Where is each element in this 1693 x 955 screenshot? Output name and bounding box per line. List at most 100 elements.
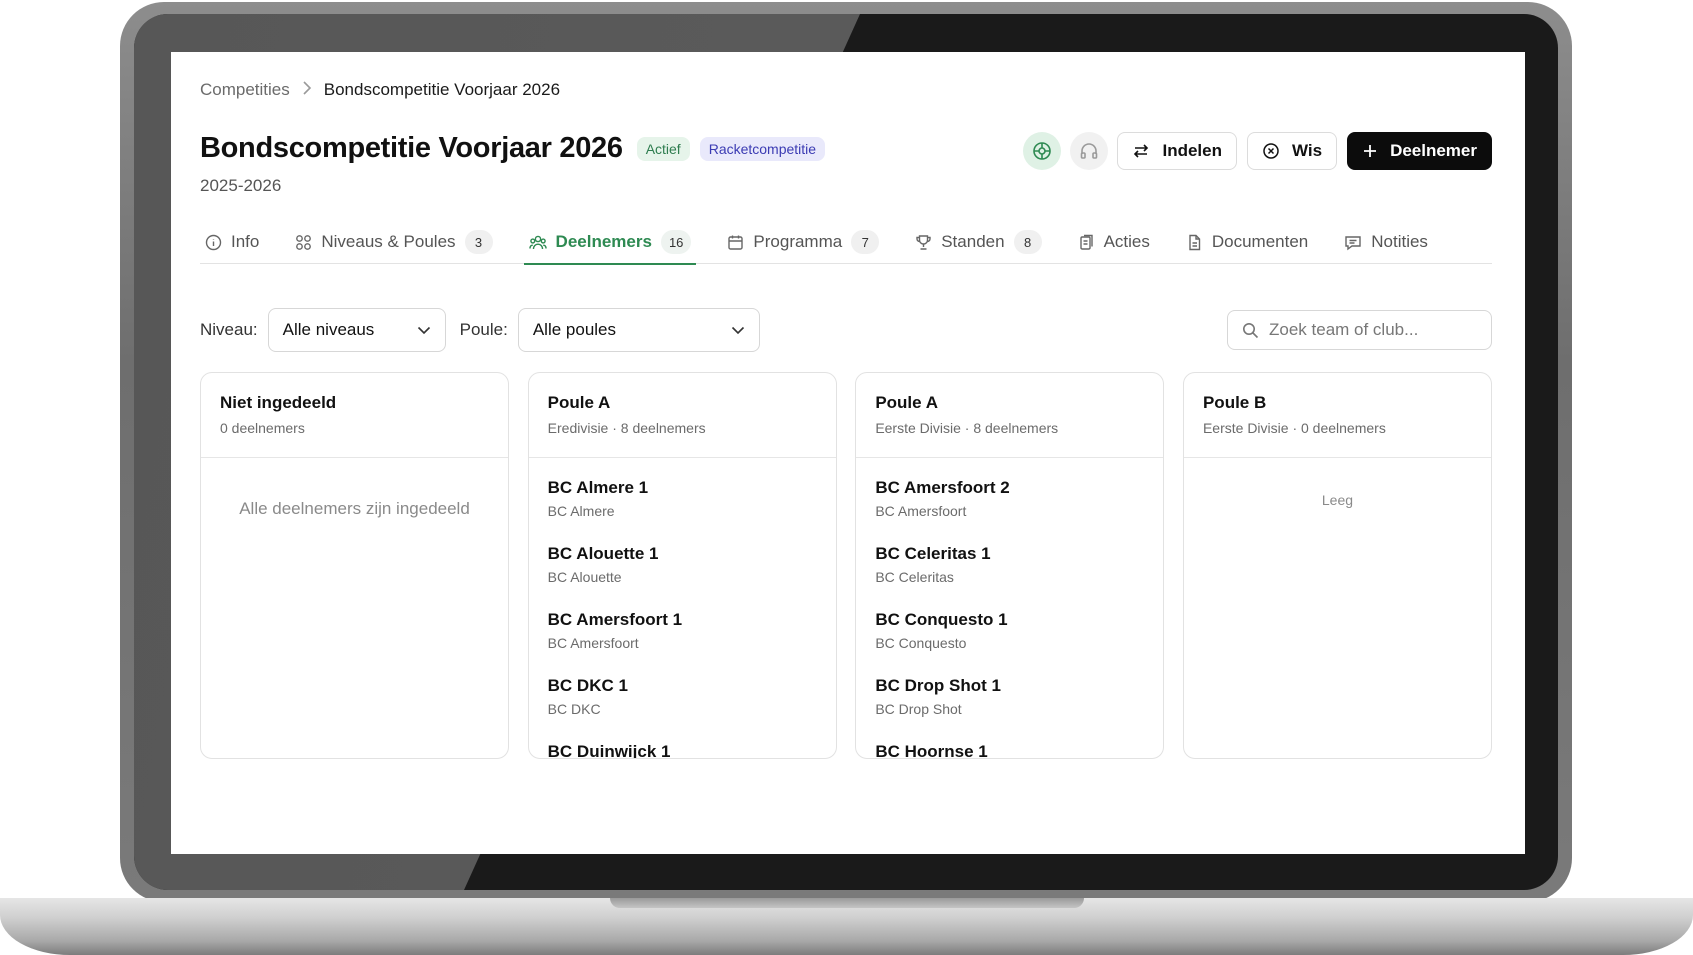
chevron-down-icon	[731, 326, 744, 334]
header-actions: Indelen Wis Deelnemer	[1023, 132, 1492, 170]
team-club: BC Drop Shot	[875, 701, 962, 717]
column-body: BC Amersfoort 2 BC Amersfoort BC Celerit…	[856, 458, 1163, 759]
add-deelnemer-button[interactable]: Deelnemer	[1347, 132, 1492, 170]
column-title: Niet ingedeeld	[220, 393, 337, 412]
trophy-icon	[916, 234, 931, 250]
tab-niveaus-poules[interactable]: Niveaus & Poules 3	[290, 220, 497, 264]
breadcrumb-competities-link[interactable]: Competities	[200, 80, 290, 100]
laptop-notch	[610, 898, 1084, 908]
team-card[interactable]: BC Amersfoort 2 BC Amersfoort	[875, 478, 1144, 544]
tab-notities[interactable]: Notities	[1339, 220, 1433, 264]
column-subtitle: Eredivisie · 8 deelnemers	[547, 420, 706, 436]
indelen-button[interactable]: Indelen	[1117, 132, 1237, 170]
tab-label: Info	[231, 232, 260, 251]
team-club: BC Alouette	[547, 569, 622, 585]
team-card[interactable]: BC Celeritas 1 BC Celeritas	[875, 544, 1144, 610]
chat-bubble-icon	[1345, 235, 1361, 250]
breadcrumb-current: Bondscompetitie Voorjaar 2026	[323, 80, 561, 99]
team-name: BC Alouette 1	[547, 544, 659, 563]
ball-icon	[1033, 142, 1052, 160]
column-header: Niet ingedeeld 0 deelnemers	[201, 373, 508, 458]
column-niet-ingedeeld: Niet ingedeeld 0 deelnemers Alle deelnem…	[200, 372, 509, 759]
column-subtitle: Eerste Divisie · 0 deelnemers	[1202, 420, 1386, 436]
tab-documenten[interactable]: Documenten	[1181, 220, 1313, 264]
support-button[interactable]	[1070, 132, 1109, 170]
team-club: BC DKC	[547, 701, 601, 717]
column-body: Alle deelnemers zijn ingedeeld	[201, 458, 508, 519]
team-name: BC Hoornse 1	[875, 742, 988, 759]
breadcrumb: Competities Bondscompetitie Voorjaar 202…	[200, 80, 560, 100]
column-body: BC Almere 1 BC Almere BC Alouette 1 BC A…	[529, 458, 836, 758]
page-title: Bondscompetitie Voorjaar 2026	[200, 132, 623, 164]
poule-columns: Niet ingedeeld 0 deelnemers Alle deelnem…	[200, 372, 1492, 759]
team-name: BC DKC 1	[547, 676, 628, 695]
tab-info[interactable]: Info	[200, 220, 264, 264]
team-card[interactable]: BC Duinwijck 1	[548, 742, 817, 758]
season-label: 2025-2026	[200, 176, 282, 195]
column-body: Leeg	[1184, 458, 1491, 508]
team-name: BC Almere 1	[547, 478, 649, 497]
poule-filter-label: Poule:	[459, 320, 508, 339]
team-club: BC Amersfoort	[875, 503, 967, 519]
poule-select-value: Alle poules	[532, 320, 617, 339]
sport-ball-button[interactable]	[1023, 132, 1062, 170]
team-club: BC Amersfoort	[547, 635, 639, 651]
column-title: Poule A	[875, 393, 938, 412]
search-input[interactable]	[1269, 320, 1469, 340]
column-poule-a-eerste-divisie: Poule A Eerste Divisie · 8 deelnemers BC…	[855, 372, 1165, 759]
info-icon	[205, 234, 222, 250]
poule-select[interactable]: Alle poules	[517, 308, 760, 352]
tab-programma[interactable]: Programma 7	[722, 220, 884, 264]
search-box	[1227, 310, 1492, 350]
tab-count-badge: 3	[464, 230, 493, 254]
tab-acties[interactable]: Acties	[1073, 220, 1155, 264]
team-name: BC Drop Shot 1	[875, 676, 1001, 695]
search-icon	[1243, 322, 1259, 338]
app-screen: Competities Bondscompetitie Voorjaar 202…	[171, 52, 1525, 854]
chevron-right-icon	[302, 80, 312, 100]
team-card[interactable]: BC Almere 1 BC Almere	[548, 478, 817, 544]
team-club: BC Celeritas	[875, 569, 954, 585]
tab-label: Programma	[753, 232, 843, 251]
tab-deelnemers[interactable]: Deelnemers 16	[523, 220, 697, 265]
team-card[interactable]: BC Alouette 1 BC Alouette	[548, 544, 817, 610]
empty-message: Leeg	[1321, 492, 1354, 508]
team-card[interactable]: BC Drop Shot 1 BC Drop Shot	[875, 676, 1144, 742]
grid-icon	[296, 234, 312, 250]
column-header: Poule A Eredivisie · 8 deelnemers	[528, 373, 836, 458]
team-name: BC Amersfoort 1	[547, 610, 683, 629]
column-subtitle: 0 deelnemers	[220, 420, 305, 436]
tab-label: Standen	[941, 232, 1005, 251]
team-card[interactable]: BC Hoornse 1	[875, 742, 1144, 759]
column-title: Poule A	[547, 393, 611, 412]
team-card[interactable]: BC DKC 1 BC DKC	[548, 676, 817, 742]
tab-standen[interactable]: Standen 8	[910, 220, 1046, 264]
wis-button[interactable]: Wis	[1246, 132, 1338, 170]
filter-bar: Niveau: Alle niveaus Poule: Alle poules	[200, 308, 1492, 352]
team-card[interactable]: BC Conquesto 1 BC Conquesto	[875, 610, 1144, 676]
wis-label: Wis	[1291, 141, 1323, 160]
document-icon	[1189, 234, 1201, 250]
deelnemer-label: Deelnemer	[1390, 141, 1477, 160]
team-name: BC Amersfoort 2	[875, 478, 1010, 497]
clipboard-icon	[1079, 234, 1093, 250]
team-club: BC Conquesto	[875, 635, 967, 651]
tab-bar: Info Niveaus & Poules 3 Deelnemers 16 Pr…	[200, 220, 1492, 265]
plus-icon	[1364, 145, 1377, 157]
team-club: BC Almere	[547, 503, 615, 519]
tab-label: Acties	[1103, 232, 1150, 251]
team-card[interactable]: BC Amersfoort 1 BC Amersfoort	[548, 610, 817, 676]
tab-label: Documenten	[1211, 232, 1309, 251]
tab-label: Deelnemers	[555, 232, 652, 251]
users-icon	[528, 235, 547, 249]
niveau-select[interactable]: Alle niveaus	[267, 308, 446, 352]
team-name: BC Conquesto 1	[875, 610, 1008, 629]
team-name: BC Celeritas 1	[875, 544, 991, 563]
column-poule-a-eredivisie: Poule A Eredivisie · 8 deelnemers BC Alm…	[527, 372, 837, 759]
indelen-label: Indelen	[1162, 141, 1222, 160]
column-header: Poule A Eerste Divisie · 8 deelnemers	[856, 373, 1164, 458]
tab-count-badge: 8	[1013, 230, 1042, 254]
niveau-filter-label: Niveau:	[200, 320, 258, 339]
headphones-icon	[1081, 143, 1098, 159]
type-badge: Racketcompetitie	[699, 136, 826, 161]
